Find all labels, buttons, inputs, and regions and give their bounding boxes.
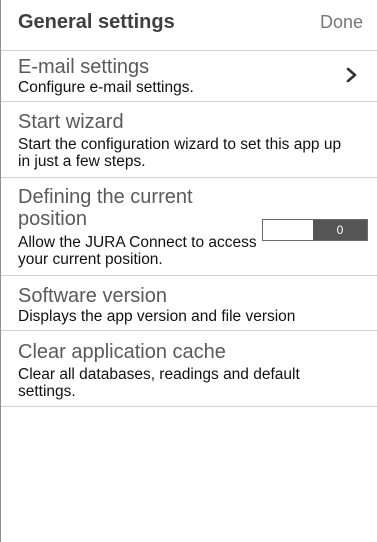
current-position-description: Allow the JURA Connect to access your cu… (18, 234, 257, 268)
email-settings-description: Configure e-mail settings. (18, 79, 194, 96)
clear-cache-title: Clear application cache (18, 341, 226, 363)
email-settings-row[interactable]: E-mail settings Configure e-mail setting… (1, 50, 377, 102)
chevron-right-icon (346, 67, 357, 83)
header-bar: General settings Done (1, 0, 377, 51)
email-settings-title: E-mail settings (18, 56, 150, 78)
clear-cache-description: Clear all databases, readings and defaul… (18, 366, 300, 400)
done-button[interactable]: Done (320, 12, 363, 33)
software-version-title: Software version (18, 285, 167, 307)
software-version-description: Displays the app version and file versio… (18, 308, 296, 325)
settings-screen: General settings Done E-mail settings Co… (0, 0, 377, 542)
start-wizard-row[interactable]: Start wizard Start the configuration wiz… (1, 102, 377, 178)
page-title: General settings (18, 11, 175, 33)
current-position-title: Defining the current position (18, 186, 193, 230)
clear-cache-row[interactable]: Clear application cache Clear all databa… (1, 331, 377, 407)
current-position-row: Defining the current position Allow the … (1, 178, 377, 276)
start-wizard-title: Start wizard (18, 111, 124, 133)
start-wizard-description: Start the configuration wizard to set th… (18, 136, 342, 170)
position-toggle-knob: 0 (313, 220, 367, 240)
position-toggle[interactable]: 0 (262, 219, 368, 241)
software-version-row[interactable]: Software version Displays the app versio… (1, 276, 377, 331)
